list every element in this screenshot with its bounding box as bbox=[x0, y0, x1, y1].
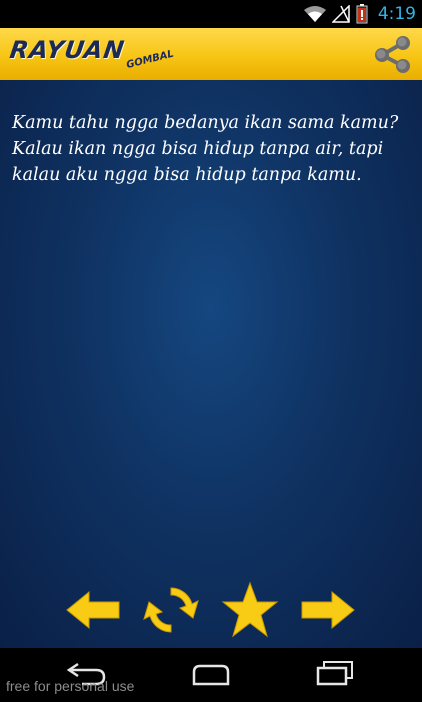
home-button[interactable] bbox=[190, 658, 232, 692]
battery-icon bbox=[356, 4, 368, 24]
refresh-button[interactable] bbox=[141, 580, 201, 640]
star-icon bbox=[221, 581, 279, 638]
share-button[interactable] bbox=[372, 34, 414, 74]
recent-apps-button[interactable] bbox=[314, 658, 356, 692]
quote-panel: Kamu tahu ngga bedanya ikan sama kamu? K… bbox=[0, 80, 422, 648]
refresh-icon bbox=[143, 587, 199, 633]
arrow-right-icon bbox=[301, 590, 355, 630]
controls-bar bbox=[0, 580, 422, 640]
recent-apps-icon bbox=[316, 661, 353, 686]
home-icon bbox=[192, 664, 230, 686]
previous-button[interactable] bbox=[63, 580, 123, 640]
status-time: 4:19 bbox=[377, 4, 416, 24]
app-logo-subtitle: GOMBAL bbox=[125, 48, 175, 71]
app-bar: RAYUAN GOMBAL bbox=[0, 28, 422, 80]
status-icons: 4:19 bbox=[303, 2, 416, 26]
signal-icon bbox=[331, 5, 350, 23]
quote-text: Kamu tahu ngga bedanya ikan sama kamu? K… bbox=[12, 113, 399, 185]
next-button[interactable] bbox=[298, 580, 358, 640]
share-icon bbox=[375, 36, 410, 73]
arrow-left-icon bbox=[66, 590, 120, 630]
watermark: free for personal use bbox=[6, 678, 135, 694]
status-bar: 4:19 bbox=[0, 0, 422, 28]
favorite-button[interactable] bbox=[220, 580, 280, 640]
wifi-icon bbox=[303, 6, 326, 22]
app-logo: RAYUAN bbox=[8, 36, 127, 64]
